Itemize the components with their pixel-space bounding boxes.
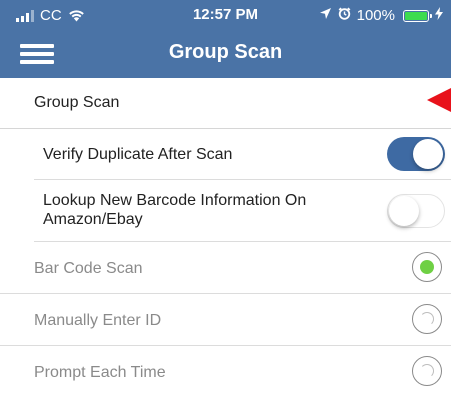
toggle-knob: [413, 139, 443, 169]
radio-row-bar-code-scan[interactable]: Bar Code Scan: [0, 242, 451, 294]
radio-label: Bar Code Scan: [34, 260, 143, 277]
lookup-barcode-toggle[interactable]: [387, 194, 445, 228]
page-title: Group Scan: [168, 41, 283, 63]
radio-row-manually-enter-id[interactable]: Manually Enter ID: [0, 294, 451, 346]
toggle-label: Lookup New Barcode Information On Amazon…: [43, 192, 307, 228]
toggle-row-lookup-barcode[interactable]: Lookup New Barcode Information On Amazon…: [34, 180, 451, 242]
toggle-knob: [389, 196, 419, 226]
radio-label: Prompt Each Time: [34, 364, 166, 381]
battery-icon: [403, 9, 432, 22]
prompt-each-time-radio[interactable]: [412, 356, 442, 386]
location-arrow-icon: [319, 7, 332, 24]
status-bar: CC 12:57 PM 100%: [0, 0, 451, 30]
battery-fill: [405, 11, 427, 20]
status-right: 100%: [319, 7, 443, 24]
alarm-icon: [338, 7, 351, 24]
bar-code-scan-radio[interactable]: [412, 252, 442, 282]
radio-row-prompt-each-time[interactable]: Prompt Each Time: [0, 346, 451, 396]
charging-bolt-icon: [435, 7, 443, 24]
manually-enter-id-radio[interactable]: [412, 304, 442, 334]
radio-indicator: [420, 260, 434, 274]
settings-list: Group Scan Verify Duplicate After Scan L…: [0, 78, 451, 396]
section-header-label: Group Scan: [34, 94, 120, 111]
toggle-label: Verify Duplicate After Scan: [43, 146, 233, 163]
section-header-group-scan[interactable]: Group Scan: [0, 78, 451, 129]
radio-indicator: [420, 312, 434, 326]
toggle-row-verify-duplicate[interactable]: Verify Duplicate After Scan: [34, 129, 451, 180]
app-screen: CC 12:57 PM 100% Group Scan Group Scan V…: [0, 0, 451, 396]
red-pointer-arrow-icon: [427, 88, 451, 112]
battery-percentage: 100%: [356, 7, 395, 24]
navigation-bar: Group Scan: [0, 30, 451, 78]
verify-duplicate-toggle[interactable]: [387, 137, 445, 171]
radio-label: Manually Enter ID: [34, 312, 162, 329]
radio-indicator: [420, 364, 434, 378]
